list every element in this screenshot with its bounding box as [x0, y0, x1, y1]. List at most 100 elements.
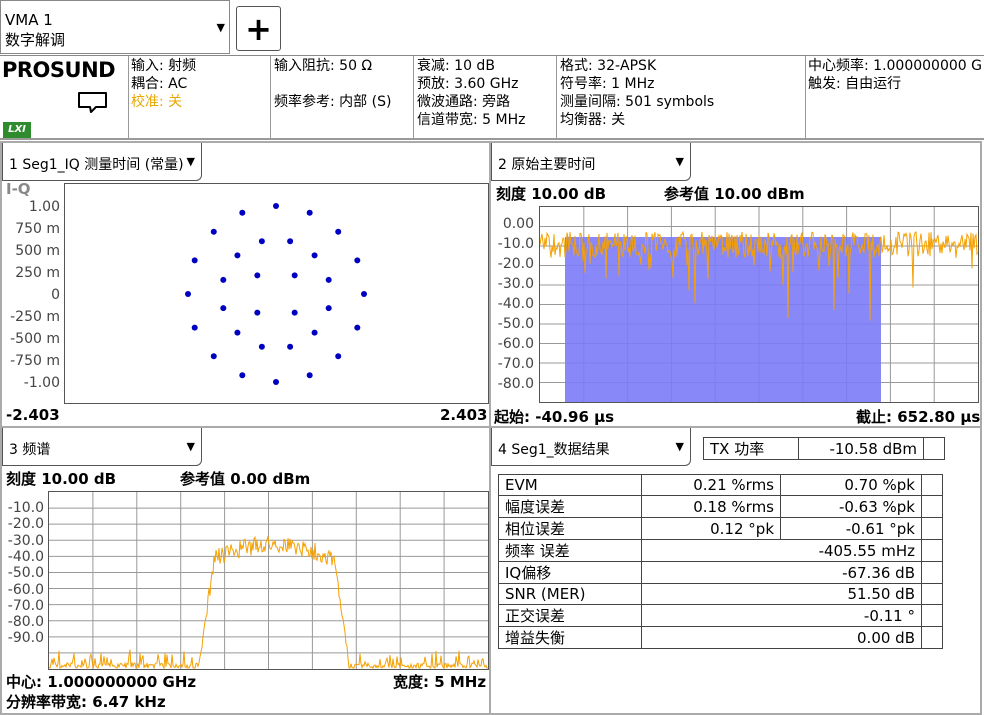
- y-tick-label: -10.0: [497, 236, 534, 252]
- time-ref-level: 参考值 10.00 dBm: [664, 185, 805, 203]
- constellation-point: [191, 324, 198, 331]
- result-cell: 0.21 %rms: [641, 474, 781, 496]
- constellation-point: [325, 276, 332, 283]
- input-setting[interactable]: 输入: 射频: [131, 57, 196, 75]
- chevron-down-icon: ▼: [675, 440, 684, 453]
- result-cell: EVM: [498, 474, 642, 496]
- spectrum-center: 中心: 1.000000000 GHz: [6, 673, 197, 691]
- iq-plot[interactable]: [64, 183, 489, 404]
- iq-x-max: 2.403: [440, 406, 488, 424]
- symbol-rate-setting[interactable]: 符号率: 1 MHz: [560, 75, 714, 93]
- result-cell: 0.00 dB: [641, 626, 922, 649]
- y-tick-label: -90.0: [7, 630, 44, 647]
- time-start: 起始: -40.96 µs: [494, 408, 615, 426]
- constellation-point: [287, 343, 294, 350]
- constellation-point: [325, 305, 332, 312]
- y-tick-label: -40.0: [7, 548, 44, 565]
- calibration-setting[interactable]: 校准: 关: [131, 93, 196, 111]
- result-cell: 51.50 dB: [641, 583, 922, 605]
- constellation-point: [361, 291, 367, 297]
- plus-icon: +: [245, 10, 272, 48]
- constellation-point: [306, 372, 313, 379]
- time-trace-chart: [539, 207, 979, 402]
- constellation-point: [354, 257, 361, 264]
- result-row: EVM 0.21 %rms 0.70 %pk: [498, 474, 943, 496]
- add-window-button[interactable]: +: [236, 6, 281, 51]
- tab-label: 4 Seg1_数据结果: [498, 442, 610, 458]
- time-plot[interactable]: [539, 206, 979, 403]
- result-cell: [921, 561, 943, 584]
- y-tick-label: -70.0: [7, 597, 44, 614]
- result-cell: 相位误差: [498, 517, 642, 540]
- result-cell: -0.11 °: [641, 604, 922, 627]
- trigger-setting[interactable]: 触发: 自由运行: [808, 75, 984, 93]
- constellation-point: [234, 329, 241, 336]
- constellation-point: [311, 252, 318, 259]
- center-freq-setting[interactable]: 中心频率: 1.000000000 G: [808, 57, 984, 75]
- tx-power-label: TX 功率: [703, 437, 799, 460]
- result-row: IQ偏移 -67.36 dB: [498, 561, 943, 584]
- chevron-down-icon: ▼: [186, 155, 195, 168]
- constellation-point: [258, 343, 265, 350]
- equalizer-setting[interactable]: 均衡器: 关: [560, 111, 714, 129]
- constellation-point: [210, 228, 217, 235]
- constellation-point: [335, 353, 342, 360]
- y-tick-label: -20.0: [497, 256, 534, 272]
- freq-ref-setting[interactable]: 频率参考: 内部 (S): [274, 93, 391, 111]
- y-tick-label: 0: [51, 287, 60, 303]
- coupling-setting[interactable]: 耦合: AC: [131, 75, 196, 93]
- result-cell: [921, 474, 943, 496]
- result-cell: [921, 604, 943, 627]
- result-cell: -67.36 dB: [641, 561, 922, 584]
- result-cell: -0.61 °pk: [780, 517, 922, 540]
- result-row: 增益失衡 0.00 dB: [498, 626, 943, 649]
- y-tick-label: 0.00: [502, 216, 534, 232]
- result-cell: [921, 517, 943, 540]
- constellation-point: [354, 324, 361, 331]
- result-cell: 频率 误差: [498, 539, 642, 562]
- y-tick-label: -30.0: [497, 276, 534, 292]
- y-tick-label: -40.0: [497, 296, 534, 312]
- spectrum-plot[interactable]: [48, 491, 489, 670]
- results-table: EVM 0.21 %rms 0.70 %pk 幅度误差 0.18 %rms -0.63 %…: [498, 474, 943, 649]
- result-cell: 0.70 %pk: [780, 474, 922, 496]
- constellation-point: [234, 252, 241, 259]
- result-cell: -405.55 mHz: [641, 539, 922, 562]
- y-tick-label: -60.0: [7, 581, 44, 598]
- format-setting[interactable]: 格式: 32-APSK: [560, 57, 714, 75]
- constellation-point: [239, 372, 246, 379]
- constellation-point: [335, 228, 342, 235]
- constellation-point: [239, 209, 246, 216]
- meas-interval-setting[interactable]: 测量间隔: 501 symbols: [560, 93, 714, 111]
- constellation-point: [258, 238, 265, 245]
- result-cell: SNR (MER): [498, 583, 642, 605]
- constellation-point: [291, 309, 298, 316]
- result-row: SNR (MER) 51.50 dB: [498, 583, 943, 605]
- result-cell: 正交误差: [498, 604, 642, 627]
- tab-data-results[interactable]: 4 Seg1_数据结果 ▼: [491, 428, 691, 466]
- time-stop: 截止: 652.80 µs: [856, 408, 981, 426]
- constellation-point: [311, 329, 318, 336]
- constellation-point: [191, 257, 198, 264]
- screen-share-icon[interactable]: [76, 90, 110, 114]
- y-tick-label: -10.0: [7, 500, 44, 516]
- tx-power-table: TX 功率 -10.58 dBm: [703, 437, 945, 460]
- constellation-point: [291, 272, 298, 279]
- result-cell: 0.12 °pk: [641, 517, 781, 540]
- constellation-point: [254, 309, 261, 316]
- impedance-setting[interactable]: 输入阻抗: 50 Ω: [274, 57, 391, 75]
- tx-power-value: -10.58 dBm: [798, 437, 924, 460]
- result-row: 正交误差 -0.11 °: [498, 604, 943, 627]
- divider: [128, 56, 129, 139]
- result-cell: 幅度误差: [498, 495, 642, 518]
- y-tick-label: -80.0: [497, 376, 534, 392]
- divider: [270, 56, 271, 139]
- result-cell: [921, 495, 943, 518]
- constellation-point: [210, 353, 217, 360]
- chevron-down-icon: ▼: [186, 440, 195, 453]
- spectrum-span: 宽度: 5 MHz: [393, 673, 487, 691]
- y-tick-label: -50.0: [7, 565, 44, 582]
- constellation-point: [220, 305, 227, 312]
- chevron-down-icon: ▼: [675, 155, 684, 168]
- y-tick-label: -50.0: [497, 316, 534, 332]
